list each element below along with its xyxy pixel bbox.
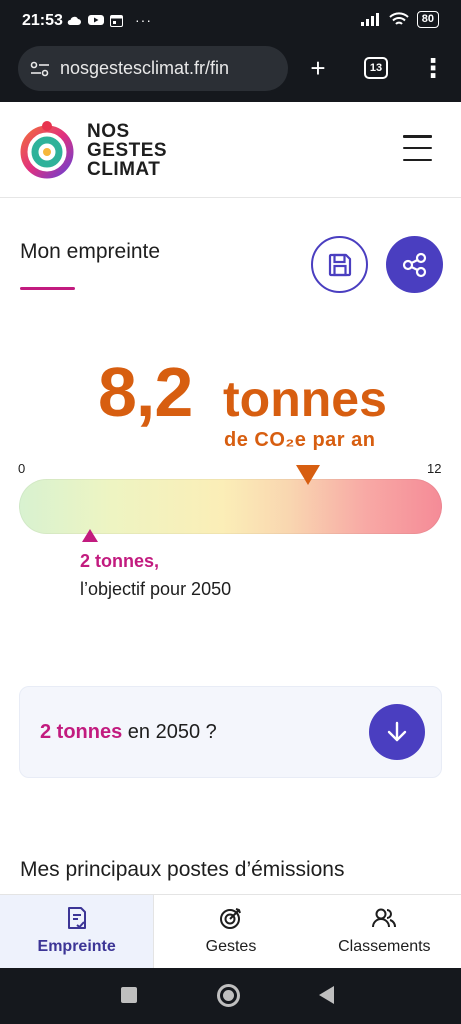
expand-2050-button[interactable] [369,704,425,760]
share-button[interactable] [386,236,443,293]
nav-label: Classements [338,938,431,955]
site-settings-icon[interactable] [30,61,50,77]
status-icons-right: 80 [360,11,439,28]
calendar-icon [110,14,123,27]
footprint-doc-icon [64,905,90,931]
card-2050-strong: 2 tonnes [40,721,123,743]
back-button[interactable] [319,986,334,1004]
site-header: NOS GESTES CLIMAT [0,102,461,198]
scale-min-label: 0 [18,461,26,476]
signal-icon [360,13,379,26]
hamburger-menu-icon[interactable] [403,135,432,161]
wifi-icon [389,12,409,25]
nav-tab-gestes[interactable]: Gestes [154,895,307,968]
logo-line: CLIMAT [87,159,161,180]
bottom-navigation: Empreinte Gestes Classements [0,894,461,968]
card-2050[interactable]: 2 tonnes en 2050 ? [19,686,442,778]
nav-tab-empreinte[interactable]: Empreinte [0,895,155,968]
nav-label: Empreinte [37,938,116,955]
status-time: 21:53 [22,12,63,29]
arrow-down-icon [387,721,407,742]
title-underline [20,287,75,290]
nav-label: Gestes [205,938,257,955]
logo-wordmark[interactable]: NOS GESTES CLIMAT [87,122,167,179]
cloud-icon [67,16,81,25]
card-2050-rest: en 2050 ? [122,721,217,743]
current-footprint-marker [296,465,321,485]
nav-tab-classements[interactable]: Classements [308,895,461,968]
footprint-per-year: de CO₂e par an [224,429,376,451]
url-text[interactable]: nosgestesclimat.fr/fin [60,58,260,79]
browser-menu-button[interactable]: ⋮ [418,54,448,82]
status-icons-left: ··· [66,12,152,28]
youtube-icon [88,15,104,25]
users-icon [371,905,397,931]
footprint-gauge-bar [19,479,442,534]
goal-value: 2 tonnes, [80,551,160,571]
more-icon: ··· [135,12,152,28]
url-bar[interactable]: nosgestesclimat.fr/fin [18,46,288,91]
logo-line: GESTES [87,140,168,161]
section-title-mon-empreinte: Mon empreinte [20,240,161,263]
status-bar: 21:53 ··· 80 [0,0,461,44]
battery-icon: 80 [416,11,439,28]
target-icon [218,905,244,931]
recents-button[interactable] [121,987,137,1003]
scale-max-label: 12 [427,461,442,476]
goal-caption: l’objectif pour 2050 [80,579,232,599]
floppy-disk-icon [328,253,351,276]
tab-switcher-button[interactable]: 13 [364,57,388,79]
card-2050-text: 2 tonnes en 2050 ? [40,721,217,744]
browser-toolbar: nosgestesclimat.fr/fin + 13 ⋮ [0,44,461,102]
new-tab-button[interactable]: + [303,54,333,82]
share-icon [402,252,426,277]
logo-icon[interactable] [20,120,76,180]
android-nav-bar [0,968,461,1024]
goal-marker [81,529,98,542]
footprint-value: 8,2 [98,353,193,431]
home-button[interactable] [217,984,240,1007]
footprint-unit: tonnes [223,371,387,427]
logo-line: NOS [87,121,130,142]
save-button[interactable] [311,236,368,293]
section-title-postes: Mes principaux postes d’émissions [20,858,345,881]
